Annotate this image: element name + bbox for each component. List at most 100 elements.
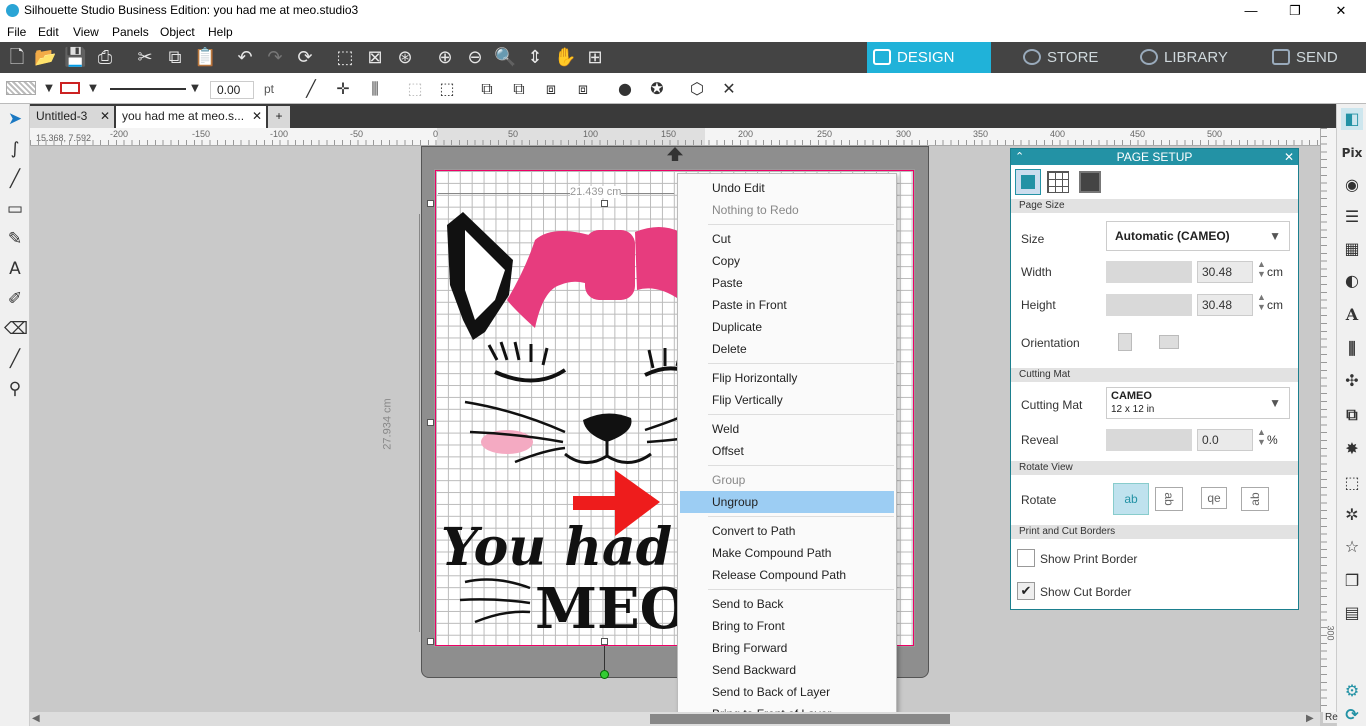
menu-item-send-to-back-of-layer[interactable]: Send to Back of Layer	[680, 681, 894, 703]
fit-to-window-icon[interactable]: ⊞	[584, 47, 606, 69]
reveal-input[interactable]: 0.0	[1197, 429, 1253, 451]
copy-icon[interactable]: ⧉	[164, 47, 186, 69]
pan-hand-icon[interactable]: ✋	[554, 47, 576, 69]
pixscan-icon[interactable]: Pix	[1341, 142, 1363, 164]
select-by-color-icon[interactable]: ⊛	[394, 47, 416, 69]
palette-icon[interactable]: ◉	[1341, 174, 1363, 196]
eraser-icon[interactable]: ⌫	[4, 318, 28, 340]
landscape-icon[interactable]	[1159, 335, 1179, 349]
zoom-in-icon[interactable]: ⊕	[434, 47, 456, 69]
layers-icon[interactable]: ❒	[1341, 570, 1363, 592]
stepper-icon[interactable]: ▲ ▼	[1257, 259, 1266, 279]
scroll-thumb[interactable]	[650, 714, 950, 724]
fill-pattern-icon[interactable]: ▦	[1341, 238, 1363, 260]
send-back-icon[interactable]: ⧈	[572, 79, 594, 99]
zoom-selection-icon[interactable]: 🔍	[494, 47, 516, 69]
width-input[interactable]: 30.48	[1197, 261, 1253, 283]
height-input[interactable]: 30.48	[1197, 294, 1253, 316]
grid-icon[interactable]	[1047, 171, 1069, 193]
transform-icon[interactable]: ✣	[1341, 370, 1363, 392]
rotate-180-button[interactable]: qe	[1201, 487, 1227, 509]
align-panel-icon[interactable]: ⫼	[1341, 338, 1363, 360]
weld-icon[interactable]: ●	[614, 79, 636, 99]
select-arrow-icon[interactable]: ➤	[4, 108, 26, 130]
redo-icon[interactable]: ↷	[264, 47, 286, 69]
select-all-icon[interactable]: ⬚	[334, 47, 356, 69]
sketch-icon[interactable]: ✐	[4, 288, 26, 310]
menu-item-weld[interactable]: Weld	[680, 418, 894, 440]
doc-tab-meow[interactable]: you had me at meo.s... ✕	[116, 106, 266, 128]
line-style-preview[interactable]	[110, 88, 186, 90]
collapse-chevron-icon[interactable]: ⌃	[1015, 149, 1024, 165]
align-icon[interactable]: ⫼	[364, 79, 386, 99]
scroll-right-icon[interactable]: ▶	[1306, 713, 1314, 724]
menu-item-delete[interactable]: Delete	[680, 338, 894, 360]
new-file-icon[interactable]: 🗋	[6, 47, 28, 69]
rotate-270-button[interactable]: ab	[1241, 487, 1269, 511]
menu-item-send-backward[interactable]: Send Backward	[680, 659, 894, 681]
menu-view[interactable]: View	[73, 25, 99, 39]
line-tool-icon[interactable]: ╱	[300, 79, 322, 99]
scroll-left-icon[interactable]: ◀	[32, 713, 40, 724]
menu-item-flip-vertically[interactable]: Flip Vertically	[680, 389, 894, 411]
menu-item-cut[interactable]: Cut	[680, 228, 894, 250]
menu-panels[interactable]: Panels	[112, 25, 149, 39]
ungroup-icon[interactable]: ⬚	[436, 79, 458, 99]
close-icon[interactable]: ✕	[100, 109, 110, 123]
knife-icon[interactable]: ╱	[4, 348, 26, 370]
stepper-icon[interactable]: ▲ ▼	[1257, 292, 1266, 312]
size-dropdown[interactable]: Automatic (CAMEO) ▼	[1106, 221, 1290, 251]
menu-item-bring-to-front[interactable]: Bring to Front	[680, 615, 894, 637]
menu-object[interactable]: Object	[160, 25, 195, 39]
tab-design[interactable]: DESIGN	[867, 42, 991, 73]
show-print-border-checkbox[interactable]	[1017, 549, 1035, 567]
cutting-mat-dropdown[interactable]: CAMEO 12 x 12 in ▼	[1106, 387, 1290, 419]
stepper-icon[interactable]: ▲ ▼	[1257, 427, 1266, 447]
replicate-icon[interactable]: ⧉	[476, 79, 498, 99]
cut-icon[interactable]: ✂	[134, 47, 156, 69]
selection-handle[interactable]	[601, 638, 608, 645]
zoom-out-icon[interactable]: ⊖	[464, 47, 486, 69]
selection-handle[interactable]	[601, 200, 608, 207]
chevron-down-icon[interactable]: ▼	[38, 79, 60, 99]
menu-item-convert-to-path[interactable]: Convert to Path	[680, 520, 894, 542]
offset-icon[interactable]: ⬚	[1341, 472, 1363, 494]
rectangle-icon[interactable]: ▭	[4, 198, 26, 220]
settings-gear-icon[interactable]: ⚙	[1341, 680, 1363, 702]
text-icon[interactable]: A	[4, 258, 26, 280]
menu-help[interactable]: Help	[208, 25, 233, 39]
restore-button[interactable]: ❐	[1272, 0, 1318, 22]
fill-pattern-swatch[interactable]	[6, 81, 36, 95]
undo-icon[interactable]: ↶	[234, 47, 256, 69]
menu-item-paste[interactable]: Paste	[680, 272, 894, 294]
eyedropper-icon[interactable]: ⚲	[4, 378, 26, 400]
move-icon[interactable]: ✛	[332, 79, 354, 99]
star-icon[interactable]: ✪	[646, 79, 668, 99]
minimize-button[interactable]: —	[1228, 0, 1274, 22]
menu-item-copy[interactable]: Copy	[680, 250, 894, 272]
deselect-icon[interactable]: ⊠	[364, 47, 386, 69]
print-cut-icon[interactable]	[1079, 171, 1101, 193]
contrast-icon[interactable]: ◐	[1341, 270, 1363, 292]
selection-handle[interactable]	[427, 200, 434, 207]
selection-handle[interactable]	[427, 419, 434, 426]
menu-item-ungroup[interactable]: Ungroup	[680, 491, 894, 513]
menu-item-offset[interactable]: Offset	[680, 440, 894, 462]
3d-box-icon[interactable]: ⬡	[686, 79, 708, 99]
new-tab-button[interactable]: +	[268, 106, 290, 128]
delete-x-icon[interactable]: ✕	[718, 79, 740, 99]
chevron-down-icon[interactable]: ▼	[82, 79, 104, 99]
menu-file[interactable]: File	[7, 25, 26, 39]
star-panel-icon[interactable]: ☆	[1341, 536, 1363, 558]
height-slider[interactable]	[1106, 294, 1192, 316]
group-icon[interactable]: ⬚	[404, 79, 426, 99]
menu-item-undo-edit[interactable]: Undo Edit	[680, 177, 894, 199]
doc-tab-untitled[interactable]: Untitled-3 ✕	[30, 106, 114, 128]
line-style-icon[interactable]: ☰	[1341, 206, 1363, 228]
replicate-2-icon[interactable]: ⧉	[508, 79, 530, 99]
menu-item-release-compound-path[interactable]: Release Compound Path	[680, 564, 894, 586]
show-cut-border-checkbox[interactable]: ✔	[1017, 582, 1035, 600]
save-icon[interactable]: 💾	[64, 47, 86, 69]
tab-store[interactable]: STORE	[1017, 42, 1127, 73]
line-draw-icon[interactable]: ╱	[4, 168, 26, 190]
